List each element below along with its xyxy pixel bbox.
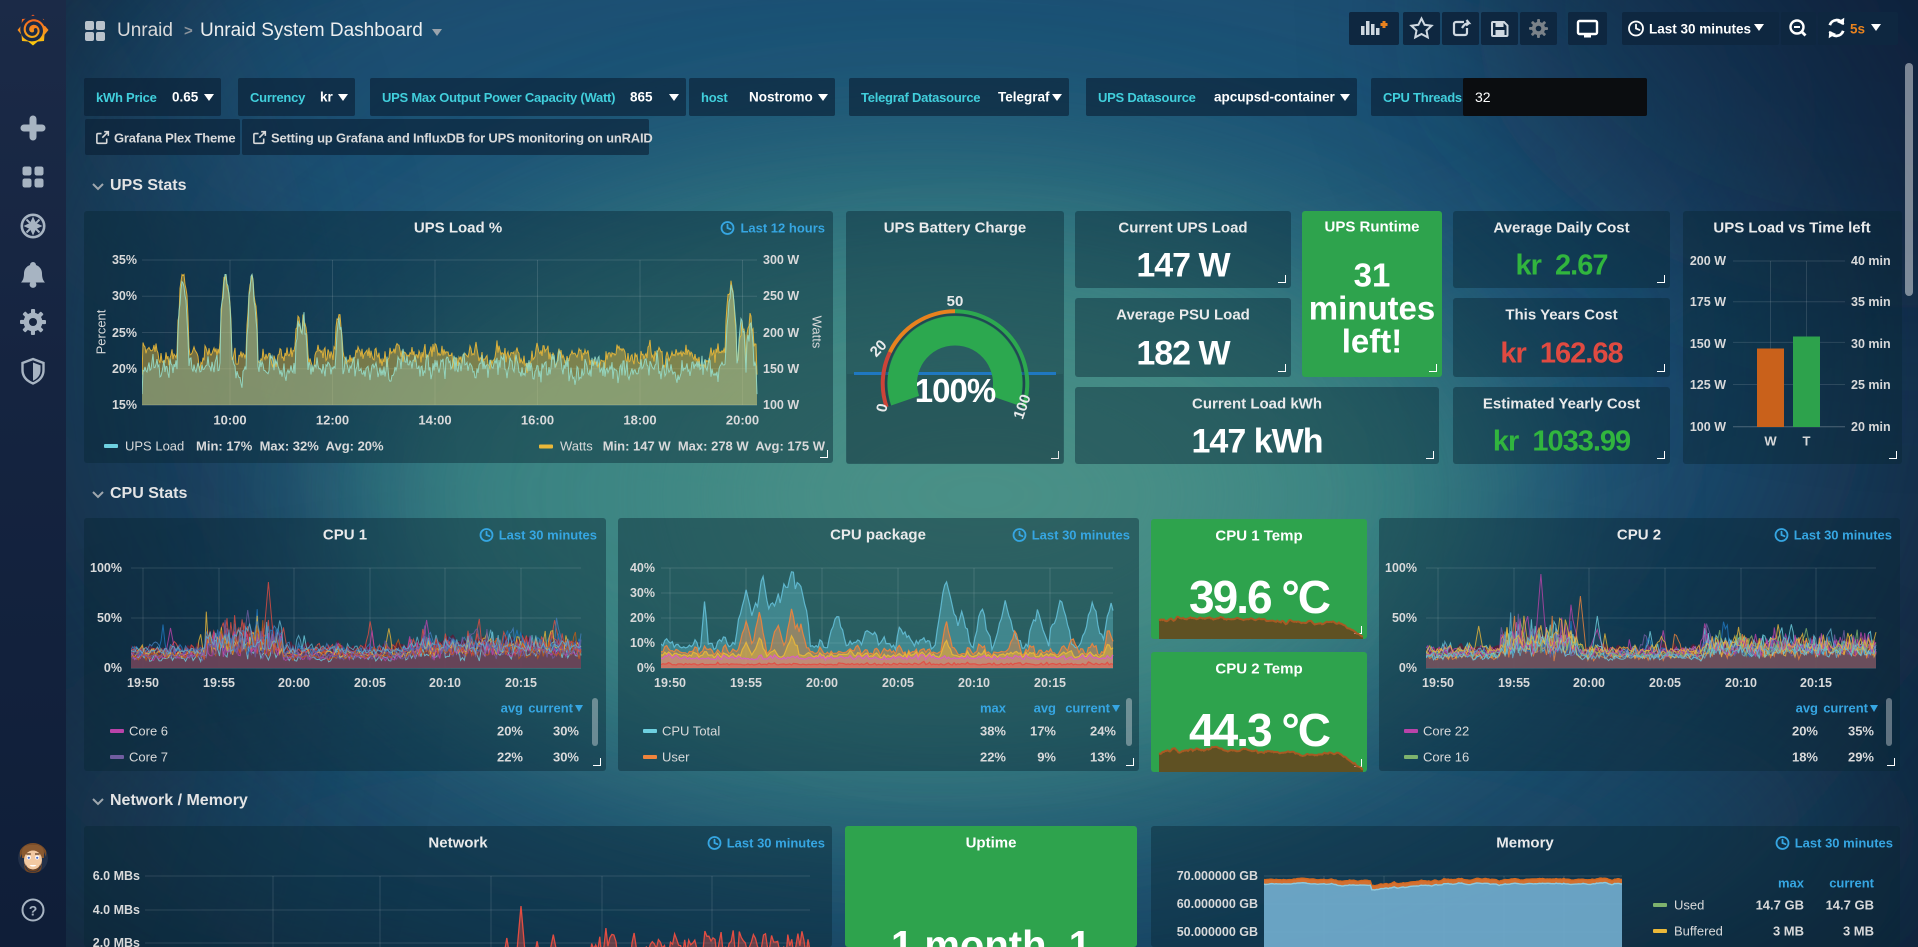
- svg-text:50: 50: [947, 293, 964, 310]
